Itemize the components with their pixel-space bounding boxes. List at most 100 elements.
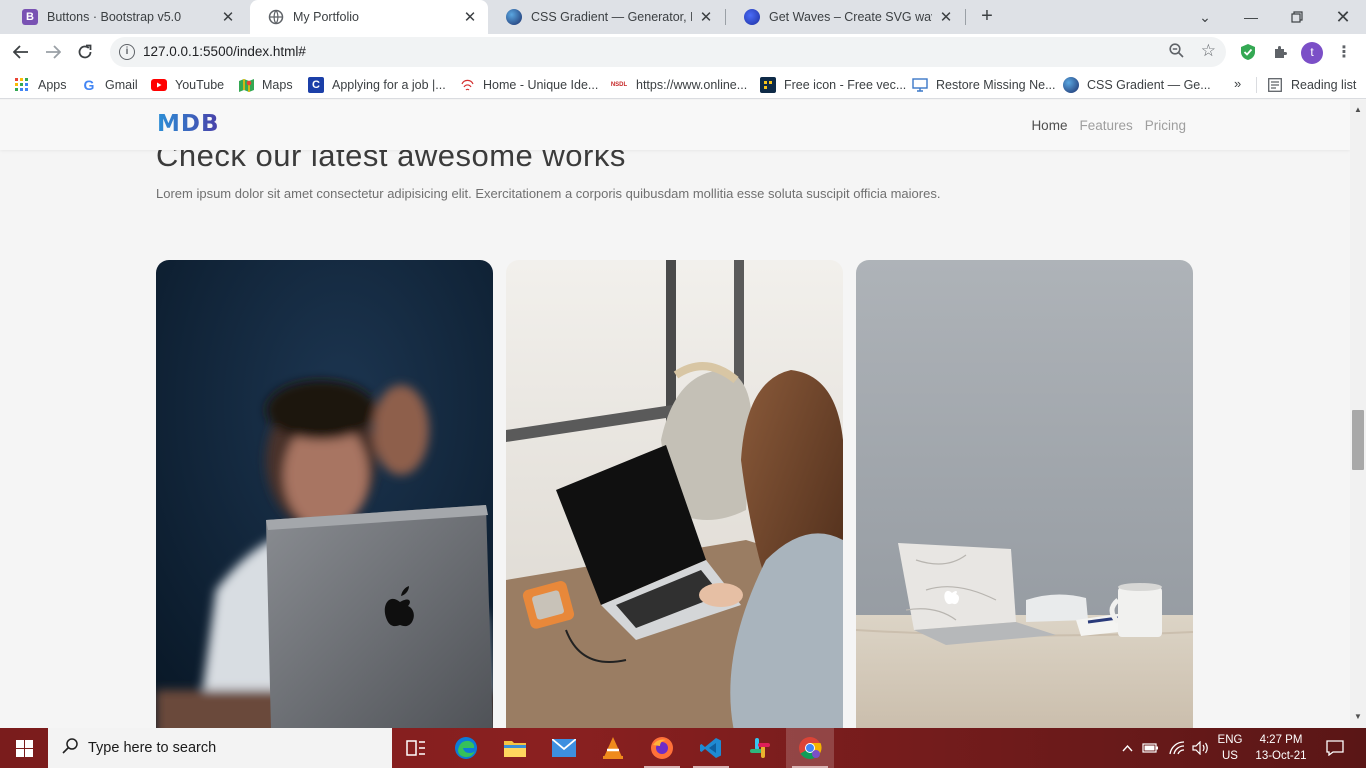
woman-typing-laptop-photo bbox=[506, 260, 843, 728]
url-text[interactable]: 127.0.0.1:5500/index.html# bbox=[143, 44, 306, 59]
bookmark-apps[interactable]: Apps bbox=[14, 75, 67, 95]
bookmark-label: Applying for a job |... bbox=[332, 78, 446, 92]
bookmark-home-unique[interactable]: Home - Unique Ide... bbox=[459, 75, 598, 95]
site-navbar: MDB Home Features Pricing bbox=[0, 100, 1350, 150]
nav-features[interactable]: Features bbox=[1079, 118, 1132, 133]
scroll-up-icon[interactable]: ▲ bbox=[1354, 105, 1362, 114]
lang-top: ENG bbox=[1217, 734, 1243, 746]
bookmark-youtube[interactable]: YouTube bbox=[151, 75, 224, 95]
bookmark-applying-job[interactable]: C Applying for a job |... bbox=[308, 75, 446, 95]
maps-icon bbox=[238, 77, 254, 93]
bookmark-label: Restore Missing Ne... bbox=[936, 78, 1056, 92]
tab-bootstrap[interactable]: B Buttons · Bootstrap v5.0 ✕ bbox=[4, 0, 246, 34]
shield-extension-icon[interactable] bbox=[1237, 41, 1259, 63]
bookmark-free-icon[interactable]: Free icon - Free vec... bbox=[760, 75, 906, 95]
portfolio-card-3[interactable] bbox=[856, 260, 1193, 728]
reload-icon[interactable] bbox=[70, 37, 100, 67]
notification-icon[interactable] bbox=[1320, 728, 1350, 768]
mail-icon[interactable] bbox=[540, 728, 588, 768]
site-info-icon[interactable]: i bbox=[119, 44, 135, 60]
c-icon: C bbox=[308, 77, 324, 93]
apps-grid-icon bbox=[14, 77, 30, 93]
slack-icon[interactable] bbox=[736, 728, 784, 768]
bookmark-label: Home - Unique Ide... bbox=[483, 78, 599, 92]
taskbar-search-box[interactable]: Type here to search bbox=[48, 728, 392, 768]
portfolio-card-2[interactable] bbox=[506, 260, 843, 728]
bookmark-label: https://www.online... bbox=[636, 78, 748, 92]
bookmark-maps[interactable]: Maps bbox=[238, 75, 293, 95]
freepik-icon bbox=[760, 77, 776, 93]
man-with-laptop-photo bbox=[156, 260, 493, 728]
taskbar-search-placeholder: Type here to search bbox=[88, 740, 217, 756]
bookmark-star-icon[interactable]: ☆ bbox=[1201, 41, 1216, 61]
windows-taskbar: Type here to search ENG US 4:27 PM 13-Oc… bbox=[0, 728, 1366, 768]
bookmarks-bar: Apps G Gmail YouTube Maps C Applying for… bbox=[0, 70, 1366, 99]
tab-search-icon[interactable]: ⌄ bbox=[1182, 0, 1228, 34]
nav-pricing[interactable]: Pricing bbox=[1145, 118, 1186, 133]
site-nav-links: Home Features Pricing bbox=[1031, 118, 1186, 133]
minimize-icon[interactable]: — bbox=[1228, 0, 1274, 34]
battery-icon[interactable] bbox=[1140, 728, 1162, 768]
address-bar[interactable]: i 127.0.0.1:5500/index.html# ☆ bbox=[110, 37, 1226, 67]
close-icon[interactable]: ✕ bbox=[220, 9, 236, 26]
vscode-icon[interactable] bbox=[687, 728, 735, 768]
globe-icon bbox=[268, 9, 284, 25]
scrollbar-thumb[interactable] bbox=[1352, 410, 1364, 470]
bookmark-label: Maps bbox=[262, 78, 293, 92]
vlc-icon[interactable] bbox=[589, 728, 637, 768]
tab-title: Buttons · Bootstrap v5.0 bbox=[47, 10, 182, 24]
bookmark-label: YouTube bbox=[175, 78, 225, 92]
new-tab-button[interactable]: + bbox=[975, 5, 999, 29]
close-icon[interactable]: ✕ bbox=[698, 9, 714, 26]
nav-home[interactable]: Home bbox=[1031, 118, 1067, 133]
back-arrow-icon[interactable] bbox=[6, 37, 36, 67]
zoom-icon[interactable] bbox=[1169, 43, 1184, 62]
edge-icon[interactable] bbox=[442, 728, 490, 768]
tab-css-gradient[interactable]: CSS Gradient — Generator, Maker ✕ bbox=[488, 0, 724, 34]
bookmark-label: Apps bbox=[38, 78, 67, 92]
windows-start-icon[interactable] bbox=[0, 728, 48, 768]
search-icon bbox=[62, 737, 78, 759]
firefox-icon[interactable] bbox=[638, 728, 686, 768]
lang-bottom: US bbox=[1222, 750, 1238, 762]
bookmark-gmail[interactable]: G Gmail bbox=[81, 75, 138, 95]
youtube-icon bbox=[151, 77, 167, 93]
chrome-menu-icon[interactable]: ⋮ bbox=[1336, 42, 1352, 62]
bookmark-label: Gmail bbox=[105, 78, 138, 92]
tab-title: CSS Gradient — Generator, Maker bbox=[531, 10, 692, 24]
restore-icon[interactable] bbox=[1274, 0, 1320, 34]
wifi-icon[interactable] bbox=[1166, 728, 1188, 768]
css-gradient-icon bbox=[506, 9, 522, 25]
profile-avatar[interactable]: t bbox=[1301, 42, 1323, 64]
close-icon[interactable]: ✕ bbox=[462, 9, 478, 26]
puzzle-extensions-icon[interactable] bbox=[1269, 41, 1291, 63]
bookmark-online[interactable]: NSDL https://www.online... bbox=[610, 75, 747, 95]
google-icon: G bbox=[83, 77, 95, 93]
close-window-icon[interactable]: ✕ bbox=[1320, 0, 1366, 34]
marble-laptop-desk-photo bbox=[856, 260, 1193, 728]
fingerprint-icon bbox=[459, 77, 475, 93]
chrome-icon[interactable] bbox=[786, 728, 834, 768]
tab-title: My Portfolio bbox=[293, 10, 359, 24]
bookmark-label: CSS Gradient — Ge... bbox=[1087, 78, 1211, 92]
volume-icon[interactable] bbox=[1190, 728, 1212, 768]
tab-my-portfolio[interactable]: My Portfolio ✕ bbox=[250, 0, 488, 34]
bookmark-css-gradient[interactable]: CSS Gradient — Ge... bbox=[1063, 75, 1211, 95]
bookmark-restore-missing[interactable]: Restore Missing Ne... bbox=[912, 75, 1055, 95]
css-gradient-icon bbox=[1063, 77, 1079, 93]
input-language[interactable]: ENG US bbox=[1212, 732, 1248, 764]
page-scrollbar[interactable]: ▲ ▼ bbox=[1350, 100, 1366, 728]
bookmarks-overflow-icon[interactable]: » bbox=[1234, 76, 1241, 91]
tab-get-waves[interactable]: Get Waves – Create SVG waves for ✕ bbox=[726, 0, 964, 34]
browser-toolbar: i 127.0.0.1:5500/index.html# ☆ t ⋮ bbox=[0, 34, 1366, 70]
site-logo[interactable]: MDB bbox=[157, 111, 220, 137]
scroll-down-icon[interactable]: ▼ bbox=[1354, 712, 1362, 721]
file-explorer-icon[interactable] bbox=[491, 728, 539, 768]
forward-arrow-icon[interactable] bbox=[38, 37, 68, 67]
task-view-icon[interactable] bbox=[392, 728, 440, 768]
reading-list-button[interactable]: Reading list bbox=[1267, 75, 1356, 95]
portfolio-card-1[interactable] bbox=[156, 260, 493, 728]
close-icon[interactable]: ✕ bbox=[938, 9, 954, 26]
system-clock[interactable]: 4:27 PM 13-Oct-21 bbox=[1250, 732, 1312, 764]
tray-overflow-icon[interactable] bbox=[1118, 728, 1136, 768]
